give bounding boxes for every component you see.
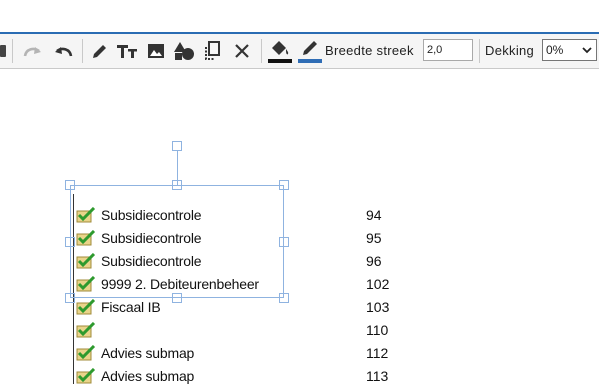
list-item-name: Advies submap	[101, 345, 195, 361]
undo-icon[interactable]	[50, 39, 76, 63]
checkmark-icon	[76, 321, 96, 343]
separator	[82, 39, 83, 63]
list-item-number: 95	[366, 230, 382, 246]
chevron-down-icon	[582, 47, 592, 54]
checkmark-icon	[76, 367, 96, 389]
selection-box[interactable]	[70, 185, 284, 298]
resize-handle-left[interactable]	[65, 237, 75, 247]
close-icon[interactable]	[230, 39, 254, 63]
resize-handle-top-left[interactable]	[65, 180, 75, 190]
list-item-number: 113	[366, 368, 389, 384]
top-bar	[0, 0, 599, 34]
list-item-number: 102	[366, 276, 390, 292]
resize-handle-bottom-left[interactable]	[65, 293, 75, 303]
resize-handle-bottom-right[interactable]	[279, 293, 289, 303]
stroke-color-icon[interactable]	[296, 37, 324, 65]
duplicate-icon[interactable]	[201, 39, 225, 63]
checkmark-icon	[76, 344, 96, 366]
opacity-label: Dekking	[485, 43, 535, 58]
pencil-icon[interactable]	[88, 39, 112, 63]
redo-icon[interactable]	[20, 39, 46, 63]
shapes-icon[interactable]	[170, 39, 198, 63]
resize-handle-top[interactable]	[172, 180, 182, 190]
list-item-name: Advies submap	[101, 368, 195, 384]
hand-icon[interactable]	[0, 42, 8, 60]
list-item-number: 96	[366, 253, 382, 269]
opacity-value: 0%	[546, 43, 564, 57]
list-item-number: 103	[366, 299, 390, 315]
fill-color-icon[interactable]	[266, 37, 294, 65]
stroke-width-label: Breedte streek	[325, 43, 414, 58]
text-tool-icon[interactable]	[114, 39, 142, 63]
separator	[261, 39, 262, 63]
list-item-name: Fiscaal IB	[101, 299, 161, 315]
list-item-number: 112	[366, 345, 389, 361]
resize-handle-right[interactable]	[279, 237, 289, 247]
list-item-number: 110	[366, 322, 389, 338]
stroke-width-field[interactable]: 2,0	[423, 39, 473, 61]
checkmark-icon	[76, 298, 96, 320]
rotation-handle[interactable]	[172, 141, 182, 151]
opacity-select[interactable]: 0%	[542, 39, 597, 61]
resize-handle-top-right[interactable]	[279, 180, 289, 190]
resize-handle-bottom[interactable]	[172, 293, 182, 303]
image-icon[interactable]	[144, 39, 168, 63]
list-item-number: 94	[366, 207, 382, 223]
annotation-toolbar: Breedte streek 2,0 Dekking 0%	[0, 34, 599, 69]
separator	[12, 39, 13, 63]
separator	[479, 39, 480, 63]
